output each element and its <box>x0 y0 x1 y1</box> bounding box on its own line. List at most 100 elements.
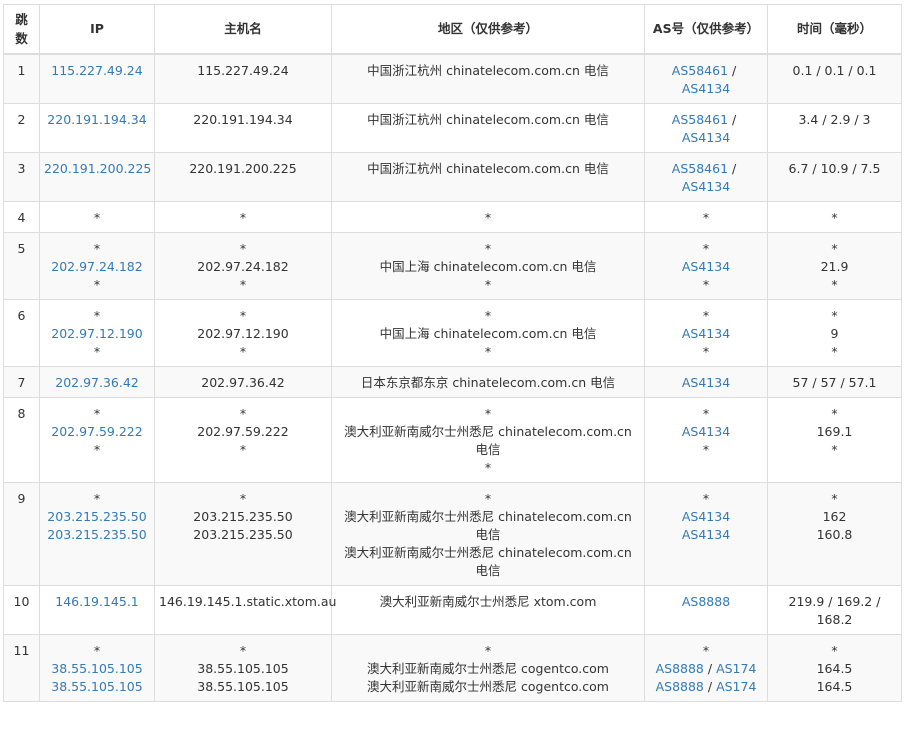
as-separator: / <box>703 679 717 694</box>
as-separator: * <box>702 406 710 421</box>
ip-cell: * 202.97.12.190 * <box>39 299 155 367</box>
as-separator: / <box>728 112 741 127</box>
hop-number: 6 <box>3 299 40 367</box>
hostname-cell: * 203.215.235.50 203.215.235.50 <box>154 482 332 586</box>
hostname-cell-line: * <box>239 277 247 292</box>
ip-cell-link[interactable]: 202.97.24.182 <box>44 258 150 276</box>
as-cell: AS58461 / AS4134 <box>644 103 768 153</box>
as-separator: * <box>702 277 710 292</box>
as-link[interactable]: AS58461 <box>672 112 728 127</box>
hostname-cell-line: * <box>239 344 247 359</box>
ip-cell: 202.97.36.42 <box>39 366 155 398</box>
table-row: 5 * 202.97.24.182 * * 202.97.24.182 * * 中国上海 chi… <box>3 232 902 300</box>
as-link[interactable]: AS4134 <box>682 424 730 439</box>
ip-cell-link[interactable]: 38.55.105.105 <box>44 660 150 678</box>
region-cell: * 中国上海 chinatelecom.com.cn 电信 * <box>331 232 645 300</box>
as-separator: * <box>702 442 710 457</box>
as-line: * <box>649 490 763 508</box>
table-row: 8 * 202.97.59.222 * * 202.97.59.222 * * 澳大利亚新南威尔… <box>3 397 902 483</box>
as-link[interactable]: AS4134 <box>682 375 730 390</box>
as-separator: * <box>702 308 710 323</box>
as-link[interactable]: AS8888 <box>682 594 730 609</box>
table-row: 10 146.19.145.1 146.19.145.1.static.xtom.a… <box>3 585 902 635</box>
table-row: 2 220.191.194.34 220.191.194.34 中国浙江杭州 chin… <box>3 103 902 153</box>
hostname-cell-line: 203.215.235.50 <box>193 509 293 524</box>
time-cell-line: * <box>831 643 838 658</box>
hop-number: 10 <box>3 585 40 635</box>
as-line: AS58461 / <box>649 62 763 80</box>
as-line: AS58461 / <box>649 160 763 178</box>
ip-cell-link[interactable]: 203.215.235.50 <box>44 508 150 526</box>
hostname-cell-line: * <box>239 643 247 658</box>
as-link[interactable]: AS4134 <box>682 509 730 524</box>
table-header: 跳数 IP 主机名 地区（仅供参考） AS号（仅供参考） 时间（毫秒） <box>3 4 902 55</box>
region-cell: * 澳大利亚新南威尔士州悉尼 chinatelecom.com.cn 电信 澳大利亚新… <box>331 482 645 586</box>
as-separator: * <box>702 491 710 506</box>
hostname-cell-line: 220.191.194.34 <box>193 112 293 127</box>
table-row: 1 115.227.49.24 115.227.49.24 中国浙江杭州 chinat… <box>3 53 902 104</box>
time-cell-line: * <box>831 210 838 225</box>
hostname-cell-line: 202.97.12.190 <box>197 326 289 341</box>
as-line: AS4134 <box>649 80 763 98</box>
as-link[interactable]: AS8888 <box>656 679 704 694</box>
ip-cell-line: * <box>93 491 101 506</box>
region-cell-line: 澳大利亚新南威尔士州悉尼 xtom.com <box>379 594 597 609</box>
ip-cell-link[interactable]: 220.191.194.34 <box>44 111 150 129</box>
ip-cell-link[interactable]: 202.97.36.42 <box>44 374 150 392</box>
ip-cell-link[interactable]: 202.97.59.222 <box>44 423 150 441</box>
as-separator: * <box>702 643 710 658</box>
region-cell-line: * <box>484 460 492 475</box>
region-cell: 中国浙江杭州 chinatelecom.com.cn 电信 <box>331 152 645 202</box>
as-cell: * AS4134 * <box>644 299 768 367</box>
as-link[interactable]: AS8888 <box>656 661 704 676</box>
as-link[interactable]: AS4134 <box>682 527 730 542</box>
region-cell: 中国浙江杭州 chinatelecom.com.cn 电信 <box>331 53 645 104</box>
region-cell-line: 澳大利亚新南威尔士州悉尼 chinatelecom.com.cn <box>344 545 632 560</box>
as-line: * <box>649 343 763 361</box>
ip-cell-link[interactable]: 38.55.105.105 <box>44 678 150 696</box>
region-cell-line: 中国浙江杭州 chinatelecom.com.cn 电信 <box>367 112 609 127</box>
as-link[interactable]: AS174 <box>716 661 756 676</box>
as-link[interactable]: AS4134 <box>682 130 730 145</box>
ip-cell-link[interactable]: 202.97.12.190 <box>44 325 150 343</box>
as-link[interactable]: AS174 <box>716 679 756 694</box>
region-cell-line: 日本东京都东京 chinatelecom.com.cn 电信 <box>360 375 616 390</box>
region-cell-line: 澳大利亚新南威尔士州悉尼 chinatelecom.com.cn <box>344 509 632 524</box>
as-link[interactable]: AS58461 <box>672 161 728 176</box>
region-cell: * 澳大利亚新南威尔士州悉尼 cogentco.com 澳大利亚新南威尔士州悉尼 c… <box>331 634 645 702</box>
as-line: AS8888 / AS174 <box>649 678 763 696</box>
as-link[interactable]: AS4134 <box>682 179 730 194</box>
ip-cell-link[interactable]: 220.191.200.225 <box>44 160 151 178</box>
region-cell-line: * <box>484 643 492 658</box>
ip-cell-link[interactable]: 146.19.145.1 <box>44 593 150 611</box>
ip-cell: 146.19.145.1 <box>39 585 155 635</box>
table-row: 9 * 203.215.235.50 203.215.235.50 * 203.215.2… <box>3 482 902 586</box>
as-cell: AS8888 <box>644 585 768 635</box>
ip-cell-link[interactable]: 115.227.49.24 <box>44 62 150 80</box>
hostname-cell-line: * <box>239 210 247 225</box>
region-cell: * 中国上海 chinatelecom.com.cn 电信 * <box>331 299 645 367</box>
ip-cell-line: * <box>93 308 101 323</box>
as-line: AS8888 <box>649 593 763 611</box>
hostname-cell: * <box>154 201 332 233</box>
hostname-cell-line: * <box>239 406 247 421</box>
time-cell: * 21.9 * <box>767 232 902 300</box>
hop-number: 7 <box>3 366 40 398</box>
as-link[interactable]: AS4134 <box>682 81 730 96</box>
ip-cell: * <box>39 201 155 233</box>
time-cell-line: 169.1 <box>816 424 853 439</box>
region-cell-line: * <box>484 344 492 359</box>
time-cell-line: * <box>831 491 838 506</box>
as-link[interactable]: AS4134 <box>682 259 730 274</box>
region-cell-line: * <box>484 406 492 421</box>
region-cell-line: * <box>484 491 492 506</box>
time-cell-line: * <box>831 406 838 421</box>
as-link[interactable]: AS58461 <box>672 63 728 78</box>
as-link[interactable]: AS4134 <box>682 326 730 341</box>
time-cell: 57 / 57 / 57.1 <box>767 366 902 398</box>
traceroute-table: 跳数 IP 主机名 地区（仅供参考） AS号（仅供参考） 时间（毫秒） 1 115… <box>3 4 902 702</box>
ip-cell-link[interactable]: 203.215.235.50 <box>44 526 150 544</box>
as-line: * <box>649 441 763 459</box>
as-separator: * <box>702 241 710 256</box>
time-cell-line: 160.8 <box>816 527 853 542</box>
